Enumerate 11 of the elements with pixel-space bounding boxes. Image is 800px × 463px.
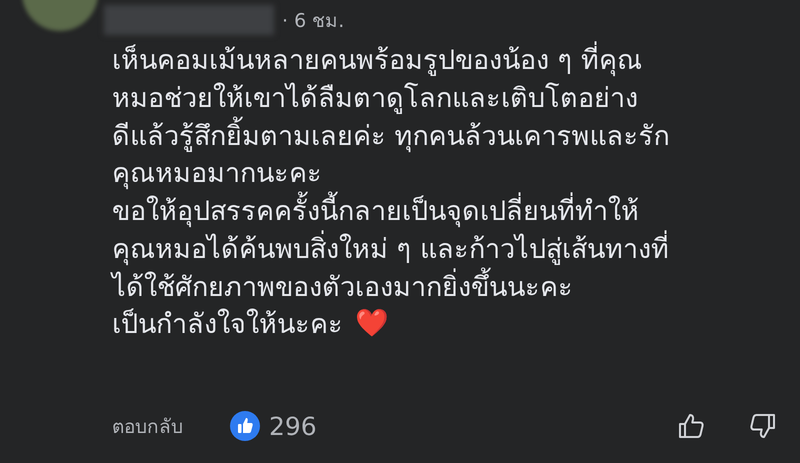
like-count: 296 [269, 412, 317, 440]
like-reaction-icon [230, 411, 260, 441]
thumbs-down-icon[interactable] [748, 411, 778, 441]
comment-text-line: คุณหมอมากนะคะ [112, 157, 322, 192]
comment-text-line: เป็นกำลังใจให้นะคะ [112, 307, 343, 342]
comment-text-line: เห็นคอมเม้นหลายคนพร้อมรูปของน้อง ๆ ที่คุณ [112, 34, 642, 83]
thumbs-up-icon[interactable] [676, 411, 706, 441]
heart-emoji: ❤ [355, 306, 389, 341]
reply-link[interactable]: ตอบกลับ [112, 411, 183, 441]
comment-time: · 6 ชม. [282, 9, 344, 34]
comment-text-line: หมอช่วยให้เขาได้ลืมตาดูโลกและเติบโตอย่าง [112, 82, 638, 116]
